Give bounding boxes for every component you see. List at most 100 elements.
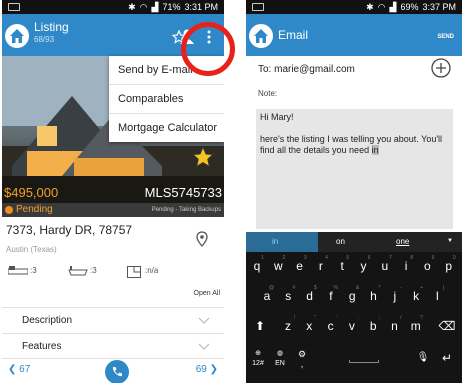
clock: 3:31 PM	[184, 2, 218, 12]
key-h[interactable]: * h	[365, 284, 383, 309]
suggestion[interactable]: in	[272, 237, 278, 246]
alt-symbol: !	[293, 315, 295, 321]
alt-symbol: 1	[261, 255, 264, 261]
key-label: j	[393, 289, 397, 303]
key-q[interactable]: 1q	[248, 254, 266, 279]
key-d[interactable]: $ d	[301, 284, 319, 309]
space-key[interactable]	[318, 346, 410, 371]
alt-symbol: "	[314, 315, 317, 321]
key-label: f	[329, 289, 333, 303]
backspace-key[interactable]: ⌫	[436, 314, 458, 339]
features-section[interactable]: Features	[2, 333, 224, 358]
call-button[interactable]	[105, 360, 129, 383]
key-p[interactable]: 0p	[440, 254, 458, 279]
key-x[interactable]: " x	[300, 314, 318, 339]
key-f[interactable]: % f	[322, 284, 340, 309]
key-l[interactable]: (l	[428, 284, 446, 309]
add-recipient-icon[interactable]	[431, 58, 451, 78]
previous-listing-button[interactable]: ❮ 67	[8, 364, 30, 375]
bed-icon	[8, 266, 28, 275]
key-label: w	[273, 259, 283, 273]
symbols-key[interactable]: ⊕ 12#	[249, 346, 267, 371]
next-listing-button[interactable]: 69 ❯	[196, 364, 218, 375]
status-detail: Pending - Taking Backups	[151, 207, 221, 213]
description-section[interactable]: Description	[2, 307, 224, 332]
battery-level: 69%	[400, 2, 419, 12]
greeting-text: Hi Mary!	[260, 112, 294, 122]
area-value: :n/a	[145, 266, 159, 275]
shift-key[interactable]: ⬆	[249, 314, 271, 339]
menu-item-send-email[interactable]: Send by E-mail	[109, 56, 224, 85]
menu-item-comparables[interactable]: Comparables	[109, 85, 224, 114]
home-icon[interactable]	[249, 24, 273, 48]
note-textarea[interactable]: Hi Mary! here's the listing I was tellin…	[256, 109, 453, 229]
status-bar: ✱ ◠ ▟ 71% 3:31 PM	[2, 0, 224, 14]
key-b[interactable]: ; b	[364, 314, 382, 339]
wifi-icon: ◠	[377, 1, 386, 12]
listing-screen: ✱ ◠ ▟ 71% 3:31 PM Listing 68/93 $495,000…	[2, 0, 224, 383]
gallery-icon	[252, 3, 264, 11]
key-label: g	[348, 289, 356, 303]
map-pin-icon[interactable]	[196, 231, 208, 247]
enter-key[interactable]: ↵	[436, 346, 458, 371]
key-a[interactable]: @ a	[258, 284, 276, 309]
key-z[interactable]: ! z	[279, 314, 297, 339]
bath-icon	[68, 266, 88, 276]
to-field[interactable]: To: marie@gmail.com	[258, 64, 355, 75]
key-label: z	[285, 319, 291, 333]
key-n[interactable]: / n	[386, 314, 404, 339]
suggestion[interactable]: on	[336, 237, 345, 246]
key-o[interactable]: 9o	[418, 254, 436, 279]
alt-symbol: ?	[420, 315, 423, 321]
key-k[interactable]: + k	[407, 284, 425, 309]
key-s[interactable]: # s	[279, 284, 297, 309]
key-label: o	[424, 259, 431, 273]
key-y[interactable]: 6y	[355, 254, 373, 279]
chevron-down-icon	[198, 343, 210, 350]
key-label: n	[391, 319, 398, 333]
menu-item-mortgage-calculator[interactable]: Mortgage Calculator	[109, 114, 224, 143]
chevron-right-icon: ❯	[209, 364, 218, 375]
key-v[interactable]: :v	[343, 314, 361, 339]
key-c[interactable]: ' c	[322, 314, 340, 339]
key-label: r	[318, 259, 323, 273]
alt-symbol: 7	[389, 255, 392, 261]
key-label: i	[404, 259, 408, 273]
suggestion[interactable]: one	[396, 237, 409, 246]
alt-symbol: &	[355, 285, 360, 291]
key-j[interactable]: -j	[386, 284, 404, 309]
alt-symbol: 8	[410, 255, 414, 261]
language-key[interactable]: ◍ EN	[271, 346, 289, 371]
listing-city: Austin (Texas)	[6, 245, 57, 254]
status-label: Pending	[16, 204, 53, 215]
key-label: c	[327, 319, 334, 333]
key-label: e	[296, 259, 303, 273]
key-g[interactable]: & g	[343, 284, 361, 309]
keyboard: in on one ▼ 1q2w3e4r5t6y7u8i9o0p @ a # s $ d%…	[246, 232, 462, 383]
favorite-star-icon[interactable]	[192, 146, 214, 168]
key-label: b	[369, 319, 377, 333]
home-icon[interactable]	[5, 24, 29, 48]
status-strip: Pending Pending - Taking Backups	[2, 203, 224, 217]
key-e[interactable]: 3e	[291, 254, 309, 279]
open-all-link[interactable]: Open All	[194, 290, 220, 297]
key-u[interactable]: 7u	[376, 254, 394, 279]
status-bar: ✱ ◠ ▟ 69% 3:37 PM	[246, 0, 462, 14]
key-w[interactable]: 2w	[269, 254, 287, 279]
expand-suggestions-icon[interactable]: ▼	[447, 238, 453, 244]
user-icon[interactable]	[180, 28, 194, 44]
microphone-icon[interactable]: 🎙	[414, 346, 432, 371]
comma-key-label: ,	[300, 359, 304, 369]
comma-key[interactable]: ⚙,	[293, 346, 311, 371]
next-number: 69	[195, 364, 207, 375]
key-r[interactable]: 4r	[312, 254, 330, 279]
alt-symbol: /	[400, 315, 402, 321]
send-button[interactable]: SEND	[437, 34, 454, 40]
alt-symbol: :	[357, 315, 359, 321]
key-i[interactable]: 8i	[397, 254, 415, 279]
key-m[interactable]: ? m	[407, 314, 425, 339]
overflow-menu-icon[interactable]	[207, 30, 211, 44]
key-t[interactable]: 5t	[333, 254, 351, 279]
alt-symbol: 9	[431, 255, 435, 261]
listing-address: 7373, Hardy DR, 78757	[6, 223, 133, 237]
